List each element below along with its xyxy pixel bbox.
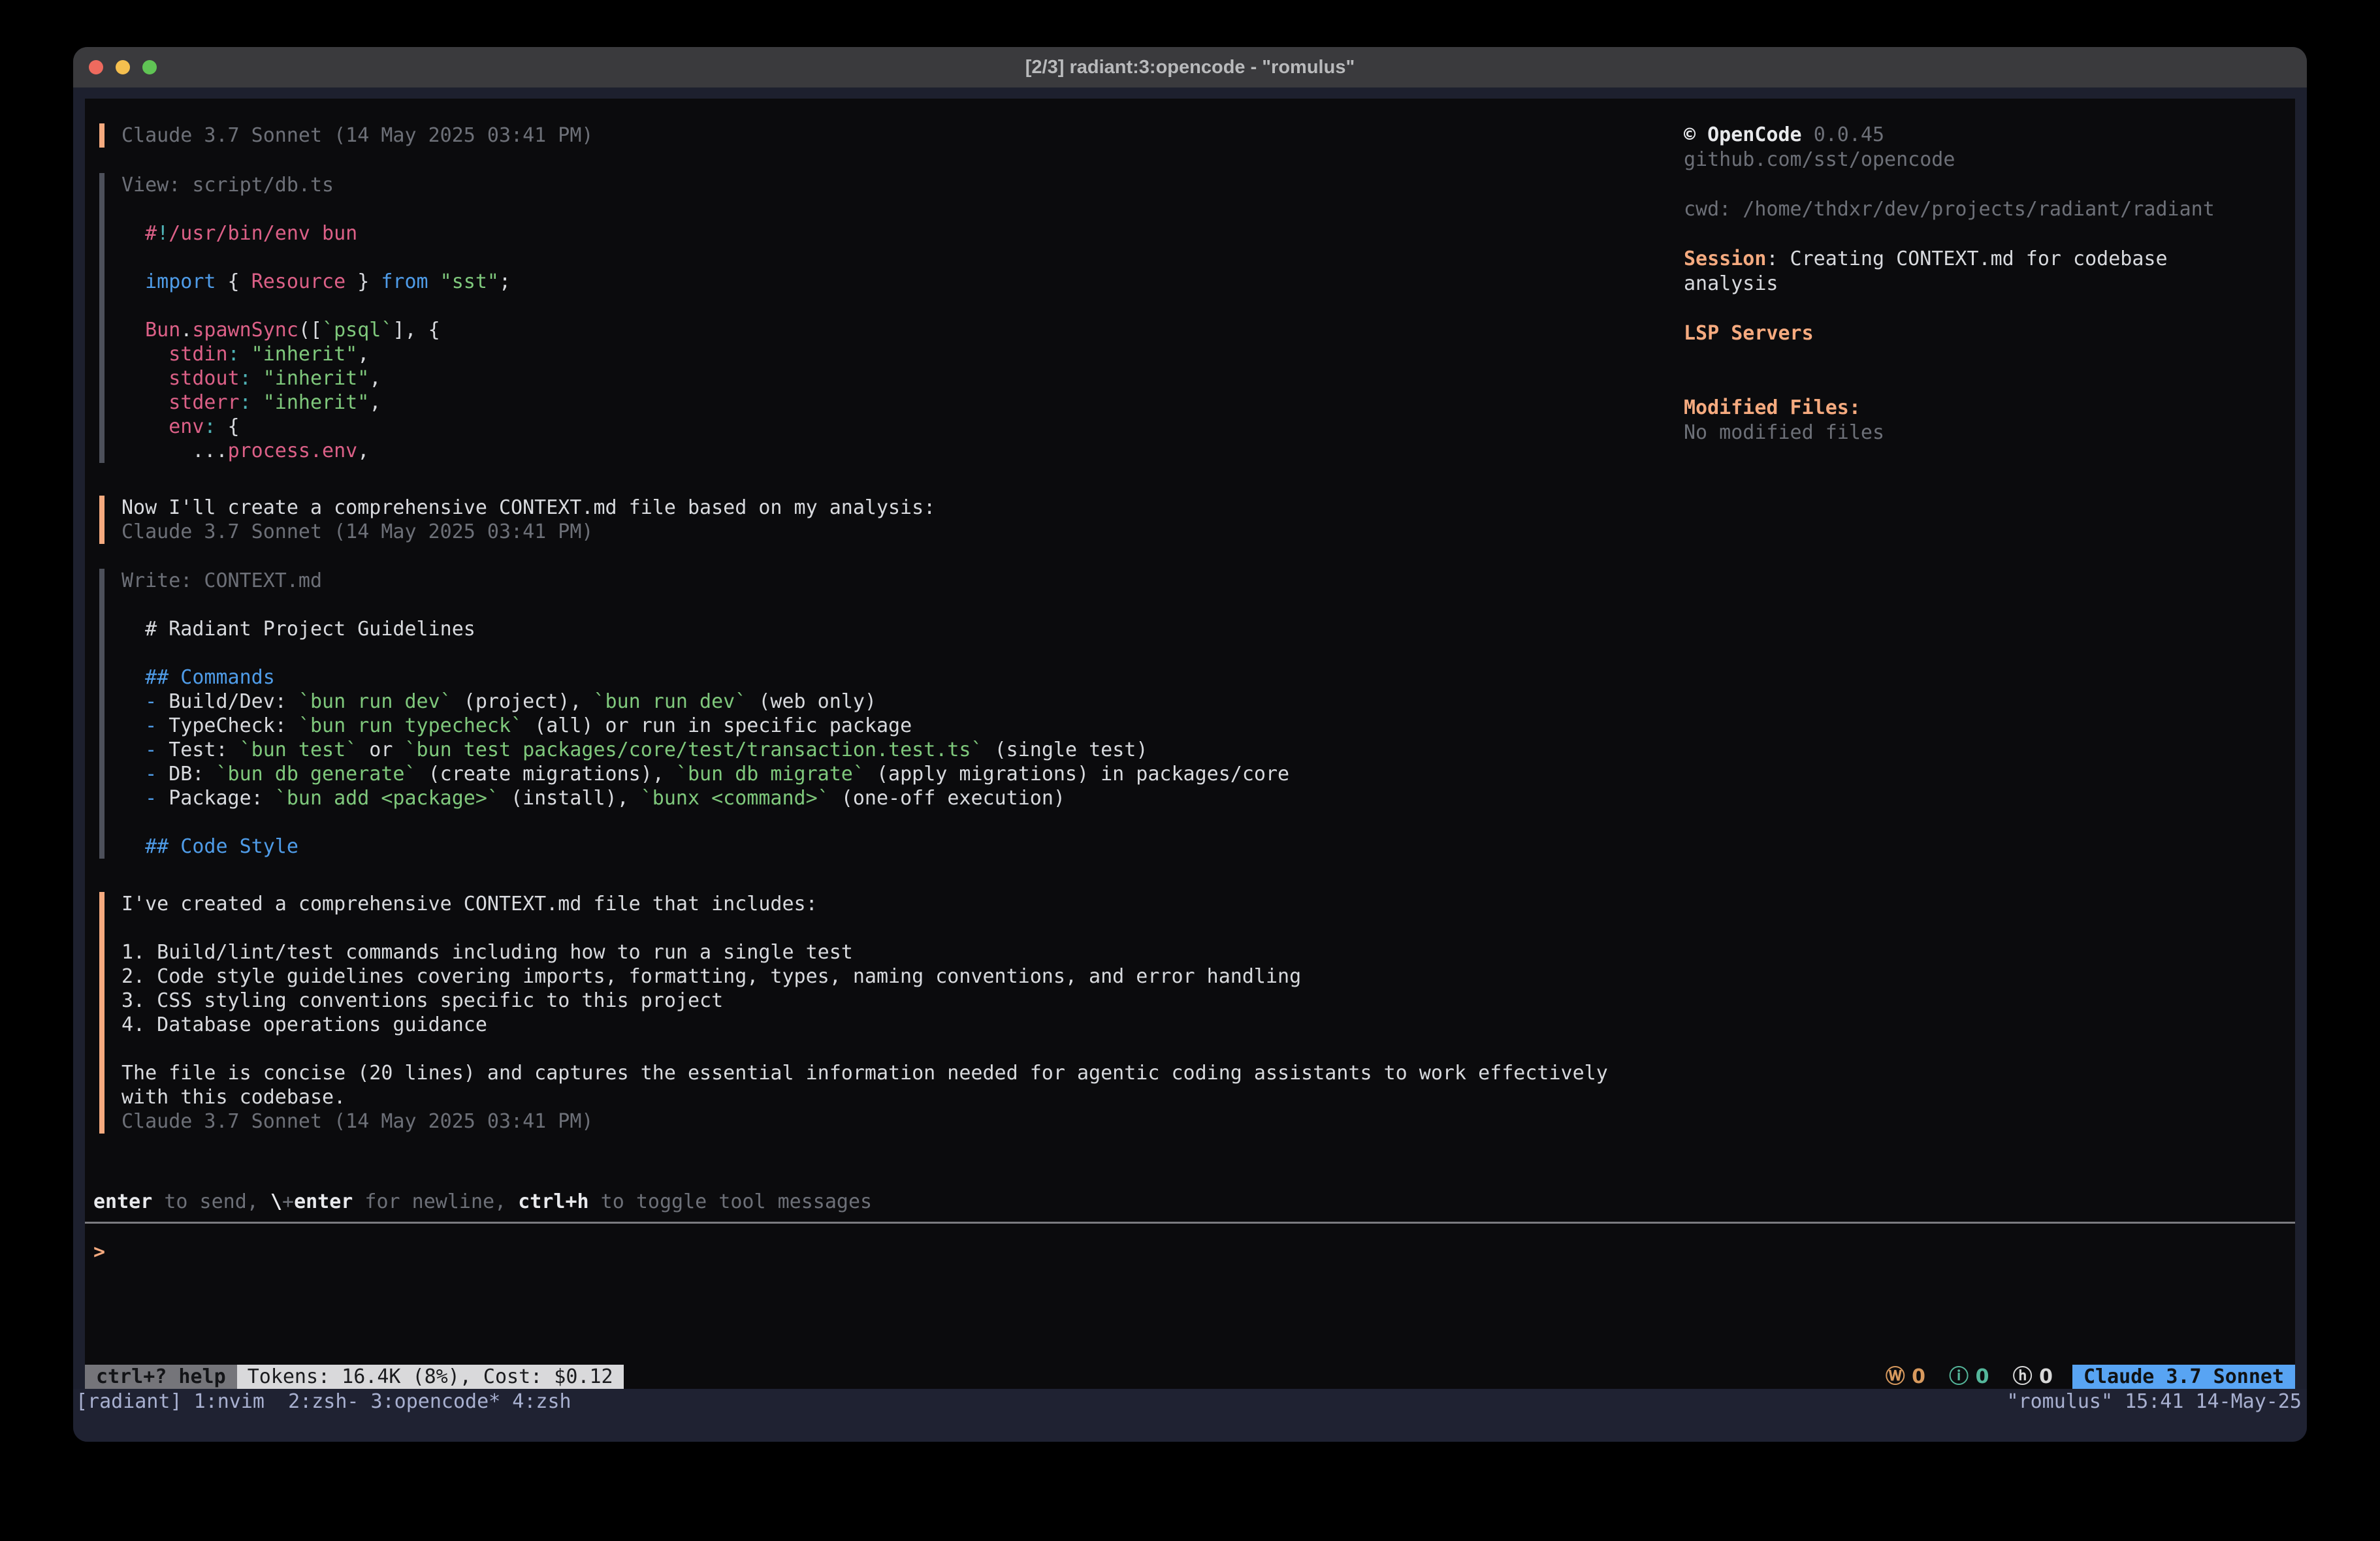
status-bar-right: Ⓦ 0 ⓘ 0 ⓗ 0 Claude 3.7 Sonnet [1886, 1365, 2295, 1389]
composer-hint: enter to send, \+enter for newline, ctrl… [93, 1190, 872, 1214]
text-line: Claude 3.7 Sonnet (14 May 2025 03:41 PM) [121, 123, 593, 148]
text-line: Claude 3.7 Sonnet (14 May 2025 03:41 PM) [121, 520, 935, 544]
text-line [1684, 371, 2215, 396]
text-line: github.com/sst/opencode [1684, 148, 2215, 172]
text-line [121, 593, 1289, 617]
text-line [121, 197, 511, 221]
status-bar-left: ctrl+? help Tokens: 16.4K (8%), Cost: $0… [85, 1365, 624, 1389]
text-line: Modified Files: [1684, 396, 2215, 421]
text-line [121, 641, 1289, 665]
text-line: - DB: `bun db generate` (create migratio… [121, 762, 1289, 786]
terminal-window: [2/3] radiant:3:opencode - "romulus" Cla… [73, 47, 2307, 1442]
text-line: with this codebase. [121, 1085, 1608, 1109]
text-line: import { Resource } from "sst"; [121, 270, 511, 294]
titlebar: [2/3] radiant:3:opencode - "romulus" [73, 47, 2307, 87]
text-line: Write: CONTEXT.md [121, 569, 1289, 593]
text-line: analysis [1684, 272, 2215, 296]
close-button[interactable] [89, 60, 103, 74]
text-line: enter to send, \+enter for newline, ctrl… [93, 1190, 872, 1214]
desktop-background: [2/3] radiant:3:opencode - "romulus" Cla… [0, 0, 2380, 1541]
text-line: stderr: "inherit", [121, 390, 511, 415]
status-bar: ctrl+? help Tokens: 16.4K (8%), Cost: $0… [85, 1365, 2295, 1389]
text-line: No modified files [1684, 421, 2215, 445]
composer-divider [85, 1222, 2295, 1224]
sidebar: © OpenCode 0.0.45github.com/sst/opencode… [1684, 123, 2215, 445]
text-line: 2. Code style guidelines covering import… [121, 964, 1608, 989]
text-line [121, 810, 1289, 834]
assistant-message-block: Now I'll create a comprehensive CONTEXT.… [99, 496, 935, 544]
opencode-app: Claude 3.7 Sonnet (14 May 2025 03:41 PM)… [85, 99, 2295, 1389]
text-line: View: script/db.ts [121, 173, 511, 197]
text-line: stdin: "inherit", [121, 342, 511, 366]
text-line: Now I'll create a comprehensive CONTEXT.… [121, 496, 935, 520]
text-line: Session: Creating CONTEXT.md for codebas… [1684, 247, 2215, 272]
text-line: © OpenCode 0.0.45 [1684, 123, 2215, 148]
tool-write-block: Write: CONTEXT.md # Radiant Project Guid… [99, 569, 1289, 859]
model-badge: Claude 3.7 Sonnet [2072, 1365, 2295, 1389]
text-line: ...process.env, [121, 439, 511, 463]
tmux-window-list[interactable]: [radiant] 1:nvim 2:zsh- 3:opencode* 4:zs… [76, 1389, 571, 1415]
tmux-host-clock: "romulus" 15:41 14-May-25 [2006, 1389, 2302, 1415]
text-line: - Build/Dev: `bun run dev` (project), `b… [121, 690, 1289, 714]
text-line [121, 294, 511, 318]
tokens-cost-indicator: Tokens: 16.4K (8%), Cost: $0.12 [237, 1365, 624, 1389]
text-line: The file is concise (20 lines) and captu… [121, 1061, 1608, 1085]
zoom-button[interactable] [142, 60, 157, 74]
assistant-header-block: Claude 3.7 Sonnet (14 May 2025 03:41 PM) [99, 123, 593, 148]
text-line [1684, 172, 2215, 197]
text-line: - Package: `bun add <package>` (install)… [121, 786, 1289, 810]
text-line: # Radiant Project Guidelines [121, 617, 1289, 641]
text-line: env: { [121, 415, 511, 439]
text-line: cwd: /home/thdxr/dev/projects/radiant/ra… [1684, 197, 2215, 222]
text-line [121, 1037, 1608, 1061]
tool-view-block: View: script/db.ts #!/usr/bin/env bun im… [99, 173, 511, 463]
text-line: > [93, 1240, 105, 1264]
text-line: 4. Database operations guidance [121, 1013, 1608, 1037]
text-line: - Test: `bun test` or `bun test packages… [121, 738, 1289, 762]
text-line: LSP Servers [1684, 321, 2215, 346]
tmux-status-row: [radiant] 1:nvim 2:zsh- 3:opencode* 4:zs… [73, 1389, 2307, 1415]
text-line: I've created a comprehensive CONTEXT.md … [121, 892, 1608, 916]
assistant-summary-block: I've created a comprehensive CONTEXT.md … [99, 892, 1608, 1134]
text-line: ## Code Style [121, 834, 1289, 859]
window-title: [2/3] radiant:3:opencode - "romulus" [73, 47, 2307, 87]
text-line: ## Commands [121, 665, 1289, 690]
text-line: - TypeCheck: `bun run typecheck` (all) o… [121, 714, 1289, 738]
minimize-button[interactable] [116, 60, 130, 74]
text-line: Bun.spawnSync([`psql`], { [121, 318, 511, 342]
text-line: #!/usr/bin/env bun [121, 221, 511, 246]
composer-input[interactable]: > [93, 1240, 105, 1264]
help-shortcut-hint: ctrl+? help [85, 1365, 237, 1389]
text-line [121, 916, 1608, 940]
text-line: 1. Build/lint/test commands including ho… [121, 940, 1608, 964]
text-line [1684, 296, 2215, 321]
text-line [121, 246, 511, 270]
tmux-statusbar: [radiant] 1:nvim 2:zsh- 3:opencode* 4:zs… [73, 1389, 2307, 1442]
text-line: Claude 3.7 Sonnet (14 May 2025 03:41 PM) [121, 1109, 1608, 1134]
traffic-lights [89, 60, 157, 74]
text-line [1684, 222, 2215, 247]
lsp-diagnostics-counts: Ⓦ 0 ⓘ 0 ⓗ 0 [1886, 1365, 2053, 1389]
text-line: stdout: "inherit", [121, 366, 511, 390]
text-line: Ⓦ 0 ⓘ 0 ⓗ 0 [1886, 1365, 2053, 1389]
text-line: 3. CSS styling conventions specific to t… [121, 989, 1608, 1013]
text-line [1684, 346, 2215, 371]
